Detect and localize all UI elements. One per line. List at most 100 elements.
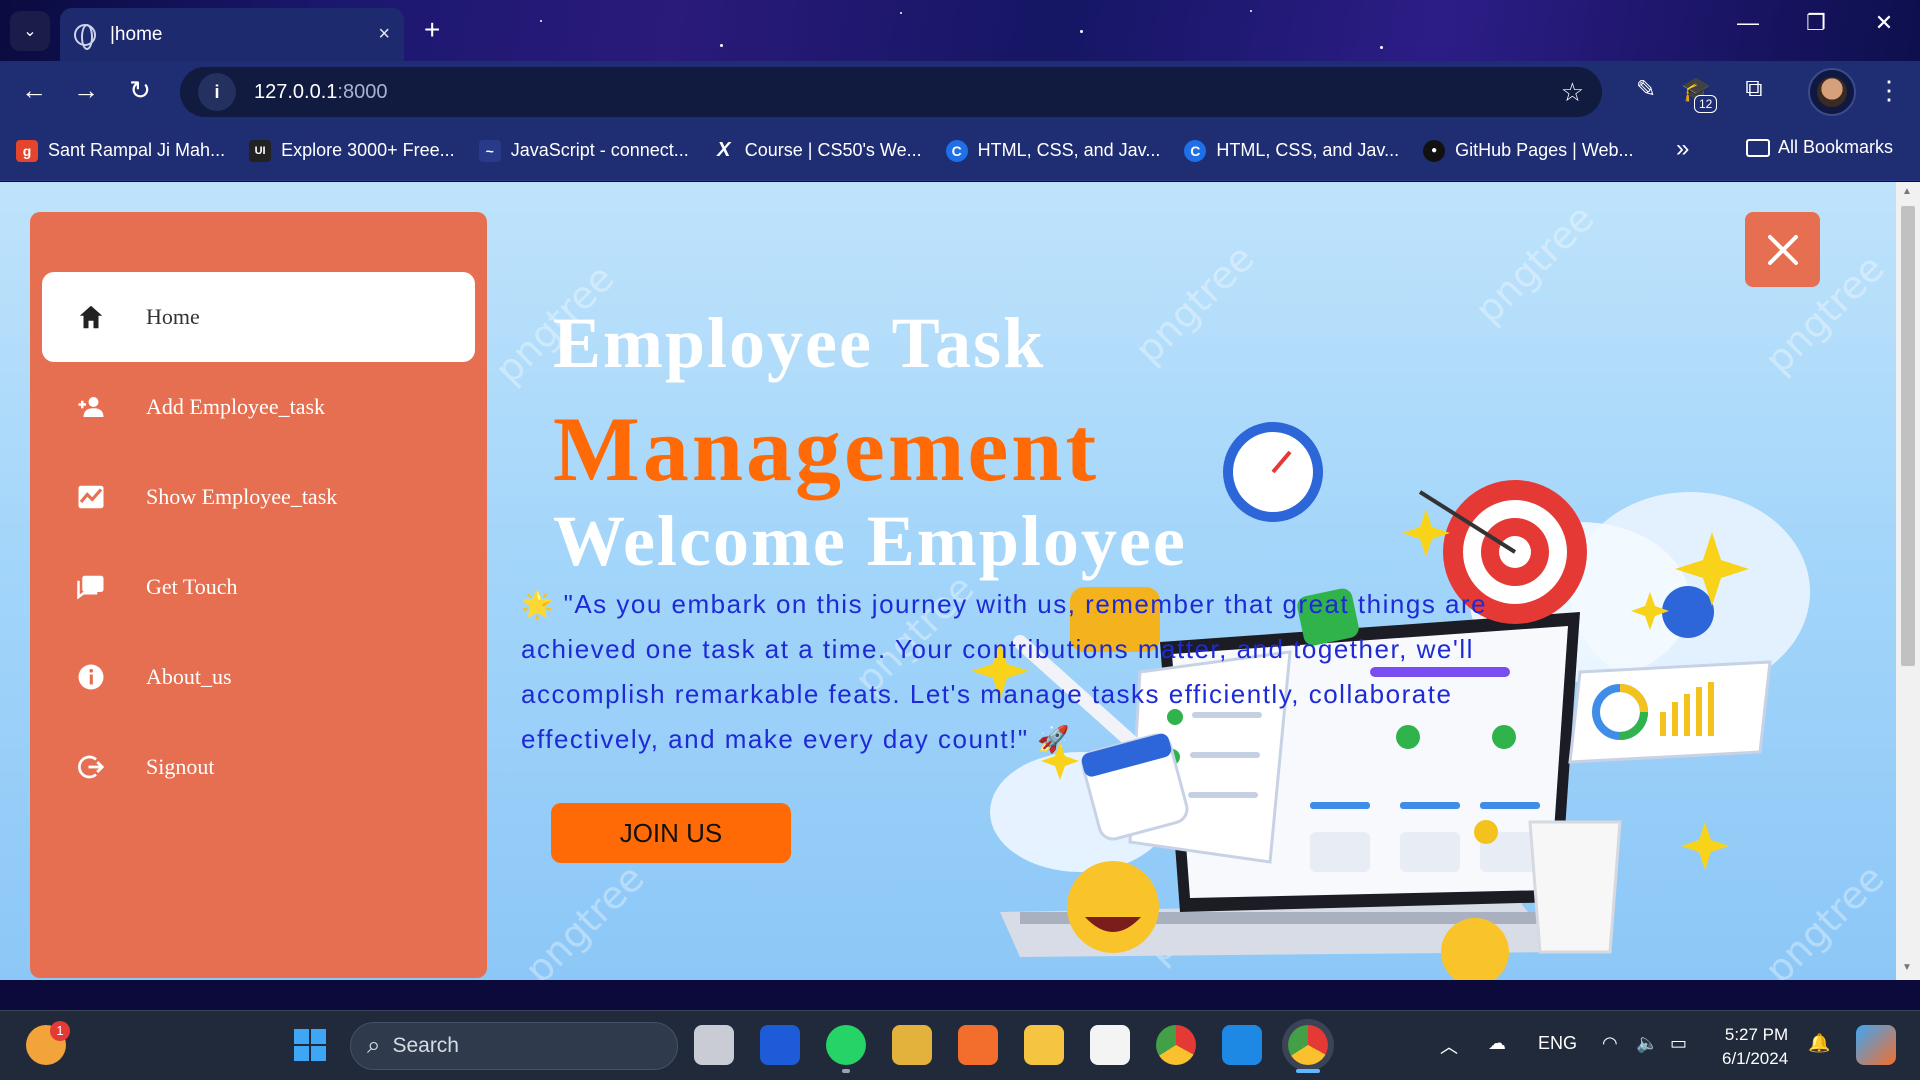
watermark: pngtree bbox=[516, 855, 653, 980]
minimize-button[interactable]: — bbox=[1728, 10, 1768, 36]
search-placeholder: Search bbox=[392, 1034, 459, 1057]
star-emoji-icon: 🌟 bbox=[521, 589, 555, 619]
sidebar-item-signout[interactable]: Signout bbox=[42, 722, 475, 812]
file-explorer-icon[interactable] bbox=[1024, 1025, 1064, 1065]
chrome-icon[interactable] bbox=[1156, 1025, 1196, 1065]
scroll-up-icon[interactable]: ▲ bbox=[1902, 186, 1912, 197]
all-bookmarks-label: All Bookmarks bbox=[1778, 137, 1894, 157]
sidebar-item-label: About_us bbox=[146, 664, 232, 689]
bookmark-label: JavaScript - connect... bbox=[510, 140, 689, 160]
bookmark-item[interactable]: C HTML, CSS, and Jav... bbox=[1184, 139, 1400, 162]
url-port: :8000 bbox=[337, 80, 388, 103]
windows-taskbar: 1 ⌕ Search ︿ ☁ ENG ◠ 🔈 ▭ 5:27 PM 6/1/202… bbox=[0, 1010, 1920, 1080]
bookmark-label: Explore 3000+ Free... bbox=[281, 140, 455, 160]
javascript-favicon-icon: ~ bbox=[478, 139, 501, 162]
reload-icon[interactable]: ↻ bbox=[122, 75, 158, 106]
language-indicator[interactable]: ENG bbox=[1538, 1033, 1577, 1054]
bookmarks-bar: g Sant Rampal Ji Mah... UI Explore 3000+… bbox=[0, 121, 1920, 181]
bookmark-label: HTML, CSS, and Jav... bbox=[1216, 140, 1400, 160]
xampp-icon[interactable] bbox=[958, 1025, 998, 1065]
signout-icon bbox=[78, 755, 105, 779]
chrome-active-icon[interactable] bbox=[1288, 1025, 1328, 1065]
whatsapp-icon[interactable] bbox=[826, 1025, 866, 1065]
mail-app-icon[interactable] bbox=[760, 1025, 800, 1065]
sidebar-item-home[interactable]: Home bbox=[42, 272, 475, 362]
tray-chevron-icon[interactable]: ︿ bbox=[1440, 1033, 1458, 1059]
copilot-icon[interactable] bbox=[1856, 1025, 1896, 1065]
add-person-icon bbox=[78, 397, 104, 417]
scroll-down-icon[interactable]: ▼ bbox=[1902, 962, 1912, 973]
rocket-emoji-icon: 🚀 bbox=[1037, 724, 1072, 754]
sidebar-item-label: Get Touch bbox=[146, 574, 238, 599]
restore-button[interactable]: ❐ bbox=[1796, 10, 1836, 36]
notepad-icon[interactable] bbox=[1090, 1025, 1130, 1065]
x-favicon-icon: X bbox=[717, 139, 731, 161]
bookmark-label: Course | CS50's We... bbox=[744, 140, 922, 160]
quote-text: "As you embark on this journey with us, … bbox=[521, 589, 1488, 754]
search-icon: ⌕ bbox=[367, 1032, 381, 1059]
bookmark-item[interactable]: g Sant Rampal Ji Mah... bbox=[16, 139, 226, 162]
tab-title: |home bbox=[110, 23, 163, 45]
all-bookmarks-button[interactable]: All Bookmarks bbox=[1746, 137, 1893, 158]
bookmark-item[interactable]: UI Explore 3000+ Free... bbox=[249, 139, 455, 162]
running-indicator bbox=[1296, 1069, 1320, 1073]
back-icon[interactable]: ← bbox=[16, 75, 52, 106]
eyedropper-icon[interactable]: ✎ bbox=[1628, 75, 1664, 104]
new-tab-button[interactable]: + bbox=[424, 14, 440, 46]
sidebar-item-label: Show Employee_task bbox=[146, 484, 338, 509]
sidebar-item-label: Add Employee_task bbox=[146, 394, 326, 419]
watermark: pngtree bbox=[1466, 195, 1603, 333]
sidebar-item-label: Signout bbox=[146, 754, 215, 779]
sidebar-item-get-touch[interactable]: Get Touch bbox=[42, 542, 475, 632]
git-app-icon[interactable] bbox=[892, 1025, 932, 1065]
bell-icon[interactable]: 🔔 bbox=[1808, 1033, 1830, 1054]
home-icon bbox=[79, 305, 103, 329]
extension-badge: 12 bbox=[1694, 95, 1718, 113]
vscode-icon[interactable] bbox=[1222, 1025, 1262, 1065]
browser-tab-home[interactable]: |home × bbox=[60, 8, 404, 61]
browser-menu-icon[interactable]: ⋮ bbox=[1876, 75, 1902, 106]
taskbar-search[interactable]: ⌕ Search bbox=[350, 1022, 678, 1070]
volume-icon[interactable]: 🔈 bbox=[1636, 1033, 1658, 1054]
profile-avatar[interactable] bbox=[1808, 68, 1856, 116]
close-button[interactable] bbox=[1745, 212, 1820, 287]
sidebar-item-about-us[interactable]: About_us bbox=[42, 632, 475, 722]
scrollbar-thumb[interactable] bbox=[1901, 206, 1915, 666]
close-icon bbox=[1767, 234, 1798, 265]
windows-start-icon[interactable] bbox=[290, 1025, 330, 1065]
bookmark-label: HTML, CSS, and Jav... bbox=[977, 140, 1161, 160]
bookmark-item[interactable]: C HTML, CSS, and Jav... bbox=[945, 139, 1161, 162]
bookmark-star-icon[interactable]: ☆ bbox=[1561, 77, 1584, 108]
system-clock[interactable]: 5:27 PM 6/1/2024 bbox=[1722, 1023, 1788, 1071]
hero-quote: 🌟 "As you embark on this journey with us… bbox=[521, 582, 1581, 762]
bookmarks-overflow-icon[interactable]: » bbox=[1676, 135, 1689, 163]
sidebar-item-show-employee-task[interactable]: Show Employee_task bbox=[42, 452, 475, 542]
join-us-button[interactable]: JOIN US bbox=[551, 803, 791, 863]
window-close-button[interactable]: ✕ bbox=[1864, 10, 1904, 36]
battery-icon[interactable]: ▭ bbox=[1670, 1033, 1687, 1054]
forward-icon[interactable]: → bbox=[68, 75, 104, 106]
bookmark-item[interactable]: X Course | CS50's We... bbox=[713, 139, 922, 162]
bookmark-item[interactable]: ~ JavaScript - connect... bbox=[478, 139, 689, 162]
vertical-scrollbar[interactable]: ▲ ▼ bbox=[1896, 182, 1920, 980]
bookmark-item[interactable]: ● GitHub Pages | Web... bbox=[1423, 139, 1634, 162]
wifi-icon[interactable]: ◠ bbox=[1602, 1033, 1618, 1054]
tab-search-button[interactable]: ⌄ bbox=[10, 11, 50, 51]
browser-tab-bar: ⌄ |home × + — ❐ ✕ bbox=[0, 0, 1920, 61]
address-bar[interactable]: i 127.0.0.1 :8000 ☆ bbox=[180, 67, 1602, 117]
message-icon bbox=[77, 575, 104, 600]
clock-time: 5:27 PM bbox=[1724, 1025, 1789, 1044]
sidebar-item-label: Home bbox=[146, 304, 200, 329]
site-info-icon[interactable]: i bbox=[198, 73, 236, 111]
notification-badge: 1 bbox=[50, 1021, 70, 1041]
extensions-puzzle-icon[interactable]: ⧉ bbox=[1736, 75, 1772, 103]
c-favicon-icon: C bbox=[945, 139, 968, 162]
hero-title-line1: Employee Task bbox=[553, 303, 1046, 383]
task-view-icon[interactable] bbox=[694, 1025, 734, 1065]
bookmark-label: Sant Rampal Ji Mah... bbox=[48, 140, 226, 160]
sidebar-item-add-employee-task[interactable]: Add Employee_task bbox=[42, 362, 475, 452]
running-indicator bbox=[842, 1069, 850, 1073]
hero-title-line2: Management bbox=[553, 398, 1100, 500]
tab-close-icon[interactable]: × bbox=[378, 23, 390, 46]
onedrive-icon[interactable]: ☁ bbox=[1488, 1033, 1506, 1054]
